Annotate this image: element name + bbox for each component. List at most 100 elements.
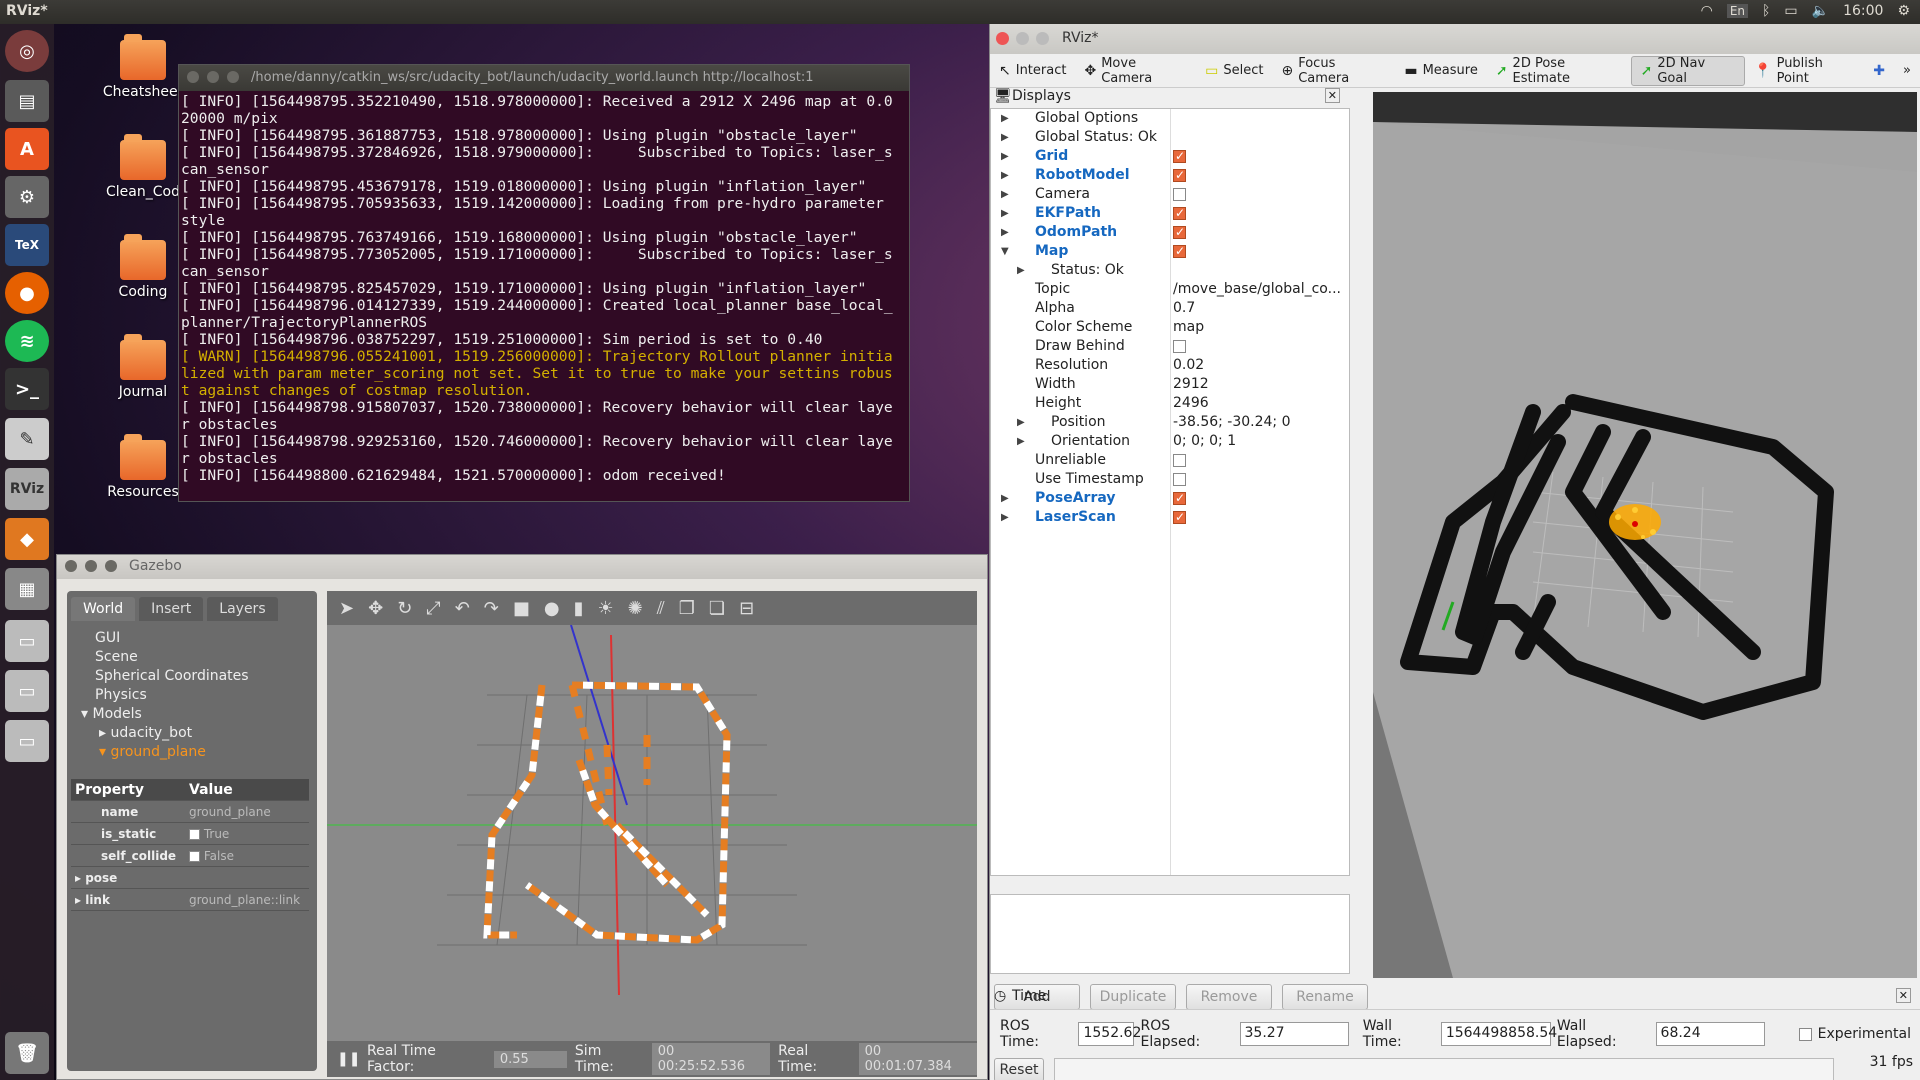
box-icon[interactable]: ■ <box>513 598 530 619</box>
displays-tree[interactable]: ▶ Global Options ▶ Global Status: Ok ▶ Grid ▶ R… <box>990 108 1350 876</box>
tab-layers[interactable]: Layers <box>207 597 278 621</box>
expand-right-icon[interactable]: ▶ <box>1001 223 1009 242</box>
align-icon[interactable]: ⊟ <box>739 598 754 619</box>
display-row[interactable]: ▶ Camera <box>991 185 1349 204</box>
scale-icon[interactable]: ⤢ <box>426 598 440 619</box>
wall-elapsed-field[interactable]: 68.24 <box>1655 1022 1765 1046</box>
close-panel-icon[interactable]: ✕ <box>1895 988 1911 1003</box>
display-row[interactable]: ▶ Global Status: Ok <box>991 128 1349 147</box>
expand-right-icon[interactable]: ▶ <box>1001 166 1009 185</box>
property-row-pose[interactable]: ▸ pose <box>71 867 309 889</box>
reset-button[interactable]: Reset <box>994 1058 1044 1080</box>
display-row[interactable]: ▶ EKFPath <box>991 204 1349 223</box>
gazebo-titlebar[interactable]: Gazebo <box>57 555 987 579</box>
tree-item-spherical-coordinates[interactable]: Spherical Coordinates <box>95 667 317 686</box>
checkbox[interactable] <box>189 850 200 862</box>
property-row-is-static[interactable]: is_static True <box>71 823 309 845</box>
expand-right-icon[interactable]: ▶ <box>1017 261 1025 280</box>
property-row-name[interactable]: name ground_plane <box>71 801 309 823</box>
texmaker-icon[interactable]: TeX <box>5 224 49 266</box>
rviz-3d-view[interactable] <box>1373 92 1917 978</box>
display-checkbox[interactable] <box>1173 453 1186 467</box>
tool-focus-camera[interactable]: ⊕ Focus Camera <box>1272 56 1395 86</box>
expand-right-icon[interactable]: ▶ <box>1017 432 1025 451</box>
terminal-output[interactable]: [ INFO] [1564498795.352210490, 1518.9780… <box>179 91 901 484</box>
display-row[interactable]: Unreliable <box>991 451 1349 470</box>
terminal-icon[interactable]: >_ <box>5 368 49 410</box>
tool-move-camera[interactable]: ✥ Move Camera <box>1075 56 1196 86</box>
display-checkbox[interactable] <box>1173 508 1186 527</box>
display-checkbox[interactable] <box>1173 187 1186 201</box>
tree-item-udacity-bot[interactable]: ▸ udacity_bot <box>99 724 317 743</box>
gazebo-window[interactable]: Gazebo World Insert Layers GUI Scene Sph… <box>56 554 988 1080</box>
rviz-map-render[interactable] <box>1373 92 1917 978</box>
clock[interactable]: 16:00 <box>1843 3 1883 19</box>
display-checkbox[interactable] <box>1173 223 1186 242</box>
display-value[interactable] <box>1173 147 1343 166</box>
point-light-icon[interactable]: ☀ <box>598 598 614 619</box>
expand-right-icon[interactable]: ▶ <box>1001 109 1009 128</box>
display-row[interactable]: Width 2912 <box>991 375 1349 394</box>
battery-icon[interactable]: ▭ <box>1784 3 1797 19</box>
undo-icon[interactable]: ↶ <box>455 598 470 619</box>
expand-right-icon[interactable]: ▶ <box>1001 508 1009 527</box>
minimize-icon[interactable] <box>207 71 219 83</box>
display-value[interactable] <box>1173 470 1343 489</box>
expand-right-icon[interactable]: ▶ <box>1001 147 1009 166</box>
rviz-icon[interactable]: RViz <box>5 468 49 510</box>
gazebo-icon[interactable]: ◆ <box>5 518 49 560</box>
tree-item-models[interactable]: ▾ Models <box>81 705 317 724</box>
trash-icon[interactable]: 🗑 <box>5 1032 49 1074</box>
expand-right-icon[interactable]: ▶ <box>1001 204 1009 223</box>
text-editor-icon[interactable]: ✎ <box>5 418 49 460</box>
volume-icon[interactable]: 🔈 <box>1812 3 1829 19</box>
wifi-icon[interactable]: ◠ <box>1701 3 1713 19</box>
maximize-icon[interactable] <box>105 560 117 572</box>
tool-2d-nav-goal[interactable]: ➚ 2D Nav Goal <box>1630 55 1746 86</box>
display-value[interactable] <box>1173 204 1343 223</box>
display-value[interactable] <box>1173 489 1343 508</box>
display-checkbox[interactable] <box>1173 147 1186 166</box>
terminal-window[interactable]: /home/danny/catkin_ws/src/udacity_bot/la… <box>178 64 910 502</box>
tool-measure[interactable]: ▬ Measure <box>1395 56 1486 86</box>
display-row[interactable]: ▶ Status: Ok <box>991 261 1349 280</box>
ros-elapsed-field[interactable]: 35.27 <box>1239 1022 1349 1046</box>
gazebo-scene[interactable] <box>327 624 977 1041</box>
display-value[interactable] <box>1173 451 1343 470</box>
expand-right-icon[interactable]: ▶ <box>1017 413 1025 432</box>
select-arrow-icon[interactable]: ➤ <box>339 598 354 619</box>
tool-select[interactable]: ▭ Select <box>1196 56 1272 86</box>
display-value[interactable] <box>1173 223 1343 242</box>
directional-light-icon[interactable]: ⫽ <box>657 598 665 619</box>
tree-item-ground-plane[interactable]: ▾ ground_plane <box>99 743 317 762</box>
display-checkbox[interactable] <box>1173 204 1186 223</box>
display-row[interactable]: Use Timestamp <box>991 470 1349 489</box>
gazebo-3d-view[interactable]: ➤ ✥ ↻ ⤢ ↶ ↷ ■ ● ▮ ☀ ✺ ⫽ ❐ ❏ ⊟ <box>327 591 977 1041</box>
drive-icon[interactable]: ▭ <box>5 720 49 762</box>
display-row[interactable]: ▶ Global Options <box>991 109 1349 128</box>
display-value[interactable] <box>1173 185 1343 204</box>
display-value[interactable] <box>1173 337 1343 356</box>
display-checkbox[interactable] <box>1173 166 1186 185</box>
tree-item-physics[interactable]: Physics <box>95 686 317 705</box>
keyboard-indicator[interactable]: En <box>1726 4 1748 18</box>
maximize-icon[interactable] <box>227 71 239 83</box>
display-checkbox[interactable] <box>1173 339 1186 353</box>
minimize-icon[interactable] <box>85 560 97 572</box>
drive-icon[interactable]: ▭ <box>5 670 49 712</box>
close-icon[interactable] <box>996 32 1009 45</box>
tree-item-scene[interactable]: Scene <box>95 648 317 667</box>
software-center-icon[interactable]: A <box>5 128 49 170</box>
tool-interact[interactable]: ↖ Interact <box>990 56 1075 86</box>
maximize-icon[interactable] <box>1036 32 1049 45</box>
display-value[interactable] <box>1173 508 1343 527</box>
close-panel-icon[interactable]: ✕ <box>1324 88 1340 103</box>
expand-right-icon[interactable]: ▶ <box>1001 489 1009 508</box>
tab-world[interactable]: World <box>71 597 136 621</box>
display-row[interactable]: Draw Behind <box>991 337 1349 356</box>
close-icon[interactable] <box>65 560 77 572</box>
expand-right-icon[interactable]: ▶ <box>1001 128 1009 147</box>
display-checkbox[interactable] <box>1173 242 1186 261</box>
display-row[interactable]: Height 2496 <box>991 394 1349 413</box>
tool-2d-pose-estimate[interactable]: ➚ 2D Pose Estimate <box>1487 56 1631 86</box>
